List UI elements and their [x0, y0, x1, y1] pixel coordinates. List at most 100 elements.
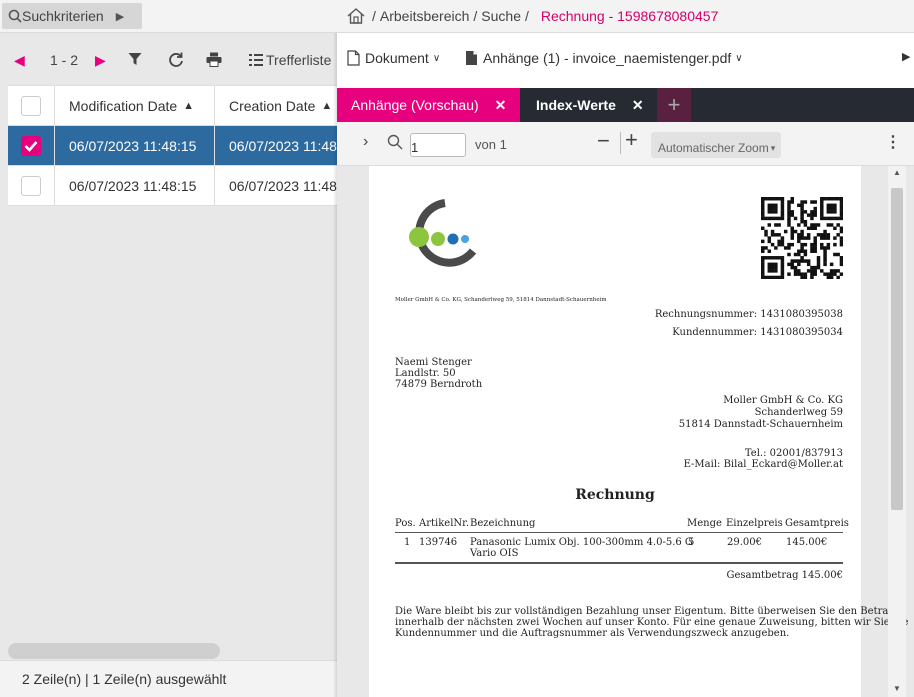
breadcrumb-current-document: Rechnung - 1598678080457: [540, 8, 719, 24]
cell-modification-date: 06/07/2023 11:48:15: [55, 166, 215, 205]
scroll-down-icon[interactable]: ▼: [893, 684, 901, 693]
result-table: Modification Date ▲ Creation Date ▲ 06/0…: [8, 85, 337, 206]
page-number-input[interactable]: 1: [410, 133, 466, 157]
top-bar: Suchkriterien ▶ / Arbeitsbereich / Suche…: [0, 0, 914, 33]
item-total-price: 145.00€: [786, 537, 828, 548]
header-description: Bezeichnung: [470, 518, 536, 529]
vertical-scrollbar[interactable]: ▲ ▼: [888, 166, 906, 697]
select-all-checkbox[interactable]: [21, 95, 41, 116]
company-phone: Tel.: 02001/837913: [744, 448, 843, 459]
breadcrumb-item-search[interactable]: Suche: [481, 8, 521, 24]
column-header-label: Modification Date: [69, 97, 178, 114]
payment-note-line: innerhalb der nächsten zwei Wochen auf u…: [395, 617, 909, 628]
company-email: E-Mail: Bilal_Eckard@Moller.at: [683, 459, 843, 470]
table-rule: [395, 532, 843, 533]
attachments-menu-label: Anhänge (1) - invoice_naemistenger.pdf: [483, 50, 732, 66]
table-row[interactable]: 06/07/2023 11:48:15 06/07/2023 11:48:15: [8, 126, 337, 166]
cell-modification-date: 06/07/2023 11:48:15: [55, 126, 215, 165]
breadcrumb-item-workspace[interactable]: Arbeitsbereich: [380, 8, 470, 24]
search-criteria-button[interactable]: Suchkriterien ▶: [2, 3, 142, 29]
recipient-city: 74879 Berndroth: [395, 379, 483, 390]
tab-attachments-preview[interactable]: Anhänge (Vorschau) ✕: [337, 88, 520, 122]
payment-note-line: Die Ware bleibt bis zur vollständigen Be…: [395, 606, 895, 617]
row-select-cell: [8, 126, 55, 165]
add-tab-button[interactable]: +: [657, 88, 691, 122]
contact-info: Tel.: 02001/837913 E-Mail: Bilal_Eckard@…: [684, 448, 843, 470]
zoom-in-button[interactable]: +: [625, 127, 638, 153]
filter-icon[interactable]: [128, 52, 142, 66]
row-checkbox[interactable]: [21, 175, 41, 196]
zoom-select-value: Automatischer Zoom: [658, 141, 769, 155]
company-city: 51814 Dannstadt-Schauernheim: [678, 419, 843, 430]
company-name: Moller GmbH & Co. KG: [723, 395, 843, 406]
sort-icon: ▲: [183, 99, 195, 112]
zoom-divider: [620, 132, 621, 154]
home-icon[interactable]: [347, 8, 365, 24]
hitlist-button[interactable]: Trefferliste: [249, 52, 331, 68]
horizontal-scrollbar[interactable]: [8, 643, 220, 659]
breadcrumb-separator: /: [473, 8, 478, 24]
hitlist-label: Trefferliste: [266, 52, 332, 68]
recipient-name: Naemi Stenger: [395, 357, 472, 368]
chevron-down-icon: ∨: [735, 52, 743, 64]
checkmark-icon: [24, 140, 38, 152]
document-menu-button[interactable]: Dokument ∨: [347, 50, 440, 66]
header-article: ArtikelNr.: [419, 518, 470, 529]
column-header-label: Creation Date: [229, 97, 316, 114]
breadcrumb-separator: /: [524, 8, 529, 24]
item-description-line: Vario OIS: [470, 548, 519, 559]
breadcrumb-separator: /: [372, 8, 376, 24]
close-icon[interactable]: ✕: [632, 97, 644, 114]
recipient-address: Naemi Stenger Landlstr. 50 74879 Berndro…: [395, 357, 482, 390]
result-list-panel: ◀ 1 - 2 ▶ Trefferliste Modification Date…: [0, 33, 337, 697]
tab-label: Index-Werte: [536, 97, 616, 113]
search-criteria-label: Suchkriterien: [22, 8, 104, 24]
sidebar-toggle-icon[interactable]: ›: [363, 133, 368, 151]
page-count: von 1: [475, 137, 507, 152]
selection-status: 2 Zeile(n) | 1 Zeile(n) ausgewählt: [0, 660, 337, 697]
row-checkbox[interactable]: [21, 135, 41, 156]
item-quantity: 5: [688, 537, 695, 548]
tab-label: Anhänge (Vorschau): [351, 97, 479, 113]
close-icon[interactable]: ✕: [495, 97, 507, 114]
payment-note-line: Kundennummer und die Auftragsnummer als …: [395, 628, 790, 639]
preview-tabs: Anhänge (Vorschau) ✕ Index-Werte ✕ +: [337, 88, 914, 122]
file-icon: [466, 51, 477, 65]
column-header-creation-date[interactable]: Creation Date ▲: [215, 86, 337, 125]
attachments-menu-button[interactable]: Anhänge (1) - invoice_naemistenger.pdf ∨: [465, 50, 743, 66]
pdf-viewer[interactable]: Moller GmbH & Co. KG, Schanderlweg 59, 5…: [337, 166, 914, 697]
breadcrumb: / Arbeitsbereich / Suche / Rechnung - 15…: [347, 8, 718, 24]
search-icon[interactable]: [387, 134, 403, 150]
qr-code-icon: [761, 197, 843, 279]
cell-creation-date: 06/07/2023 11:48:15: [229, 137, 337, 154]
payment-note: Die Ware bleibt bis zur vollständigen Be…: [395, 606, 908, 639]
scrollbar-thumb[interactable]: [891, 188, 903, 510]
company-logo: [409, 199, 477, 267]
pager-range: 1 - 2: [50, 52, 79, 68]
panel-expand-icon[interactable]: ▶: [902, 50, 910, 63]
header-pos: Pos.: [395, 518, 416, 529]
table-header-row: Modification Date ▲ Creation Date ▲: [8, 86, 337, 126]
invoice-heading: Rechnung: [575, 487, 655, 503]
print-icon[interactable]: [206, 52, 222, 67]
document-toolbar: Dokument ∨ Anhänge (1) - invoice_naemist…: [337, 45, 914, 75]
tab-index-values[interactable]: Index-Werte ✕: [520, 88, 657, 122]
invoice-number: Rechnungsnummer: 1431080395038: [654, 309, 843, 320]
header-total-price: Gesamtpreis: [785, 518, 849, 529]
customer-number: Kundennummer: 1431080395034: [672, 327, 843, 338]
header-quantity: Menge: [687, 518, 722, 529]
document-preview-panel: Dokument ∨ Anhänge (1) - invoice_naemist…: [337, 33, 914, 697]
column-header-modification-date[interactable]: Modification Date ▲: [55, 86, 215, 125]
item-unit-price: 29.00€: [727, 537, 762, 548]
more-options-icon[interactable]: ⋮: [885, 132, 901, 152]
refresh-icon[interactable]: [168, 52, 184, 68]
document-icon: [347, 50, 360, 66]
scroll-up-icon[interactable]: ▲: [893, 168, 901, 177]
next-page-icon[interactable]: ▶: [95, 52, 106, 69]
zoom-select[interactable]: Automatischer Zoom ▾: [651, 132, 781, 158]
zoom-out-button[interactable]: −: [597, 128, 610, 154]
previous-page-icon[interactable]: ◀: [14, 52, 25, 69]
pdf-page: Moller GmbH & Co. KG, Schanderlweg 59, 5…: [369, 166, 908, 697]
table-row[interactable]: 06/07/2023 11:48:15 06/07/2023 11:48:15: [8, 166, 337, 206]
pdf-toolbar: › 1 von 1 − + Automatischer Zoom ▾ ⋮: [337, 122, 914, 166]
